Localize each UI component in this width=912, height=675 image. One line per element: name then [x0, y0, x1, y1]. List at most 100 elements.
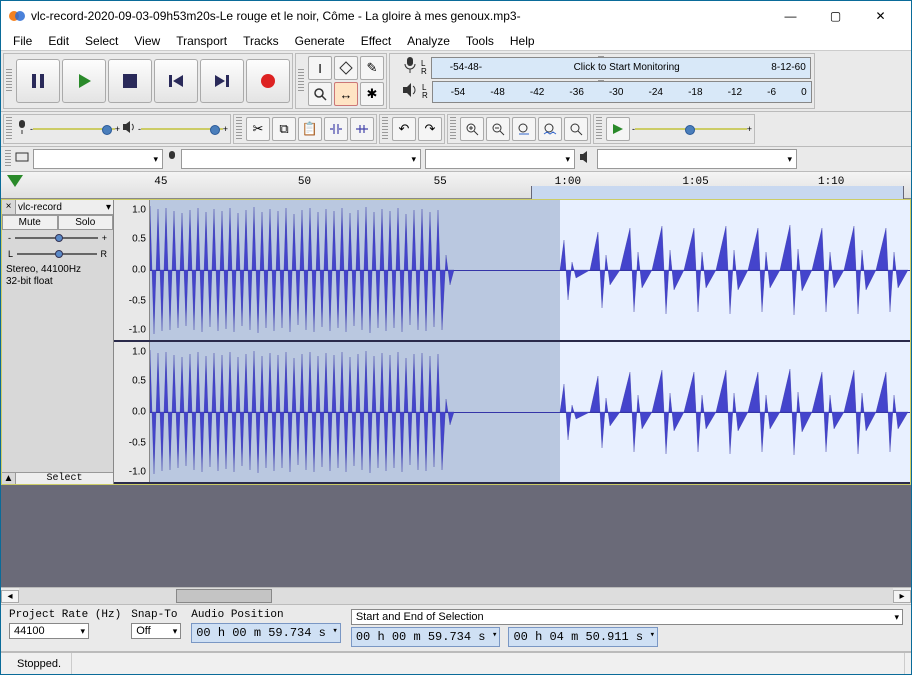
ruler-tick: 1:10 — [818, 176, 844, 188]
vertical-scale: 1.0 0.5 0.0 -0.5 -1.0 — [114, 342, 150, 482]
audio-position-field[interactable]: 00 h 00 m 59.734 s — [191, 623, 341, 643]
edit-toolbar: ✂ ⧉ 📋 — [233, 114, 377, 144]
menu-effect[interactable]: Effect — [353, 32, 399, 50]
ruler-tick: 1:00 — [555, 176, 581, 188]
scrollbar-thumb[interactable] — [176, 589, 272, 603]
track-control-panel: × vlc-record▾ Mute Solo -+ LR Stereo, 44… — [2, 200, 114, 484]
zoom-toggle-icon[interactable] — [564, 117, 588, 141]
snap-to-label: Snap-To — [131, 609, 181, 621]
collapse-button[interactable]: ▲ — [2, 473, 16, 484]
audio-position-label: Audio Position — [191, 609, 341, 621]
app-logo-icon — [9, 8, 25, 24]
vertical-scale: 1.0 0.5 0.0 -0.5 -1.0 — [114, 200, 150, 340]
skip-end-button[interactable] — [200, 59, 244, 103]
paste-icon[interactable]: 📋 — [298, 117, 322, 141]
zoom-in-icon[interactable] — [460, 117, 484, 141]
undo-icon[interactable]: ↶ — [392, 117, 416, 141]
cut-icon[interactable]: ✂ — [246, 117, 270, 141]
playback-speed-slider[interactable]: -+ — [632, 121, 752, 137]
mic-icon[interactable] — [403, 56, 417, 79]
waveform-left-channel[interactable]: 1.0 0.5 0.0 -0.5 -1.0 — [114, 200, 910, 342]
track-close-button[interactable]: × — [2, 200, 16, 214]
speaker-icon — [579, 150, 593, 169]
recording-channels-select[interactable] — [425, 149, 575, 169]
mute-button[interactable]: Mute — [2, 215, 58, 230]
playback-volume-slider[interactable]: -+ — [138, 121, 228, 137]
scroll-left-icon[interactable]: ◂ — [1, 590, 19, 603]
mic-icon — [167, 150, 177, 169]
solo-button[interactable]: Solo — [58, 215, 114, 230]
ruler-tick: 50 — [298, 176, 311, 188]
fit-project-icon[interactable] — [538, 117, 562, 141]
trim-icon[interactable] — [324, 117, 348, 141]
selection-mode-select[interactable]: Start and End of Selection — [351, 609, 903, 625]
device-toolbar — [1, 147, 911, 172]
project-rate-label: Project Rate (Hz) — [9, 609, 121, 621]
maximize-button[interactable]: ▢ — [813, 1, 858, 31]
menu-file[interactable]: File — [5, 32, 40, 50]
skip-start-button[interactable] — [154, 59, 198, 103]
title-bar: vlc-record-2020-09-03-09h53m20s-Le rouge… — [1, 1, 911, 31]
play-at-speed-toolbar: -+ — [593, 114, 755, 144]
playback-meter[interactable]: -54-48-42-36-30-24-18-12-60 — [432, 81, 812, 103]
envelope-tool-icon[interactable] — [334, 56, 358, 80]
record-button[interactable] — [246, 59, 290, 103]
track-format-info: Stereo, 44100Hz32-bit float — [2, 262, 113, 290]
scroll-right-icon[interactable]: ▸ — [893, 590, 911, 603]
zoom-out-icon[interactable] — [486, 117, 510, 141]
menu-tracks[interactable]: Tracks — [235, 32, 287, 50]
selection-end-field[interactable]: 00 h 04 m 50.911 s — [508, 627, 658, 647]
tracks-area: × vlc-record▾ Mute Solo -+ LR Stereo, 44… — [1, 199, 911, 587]
redo-icon[interactable]: ↷ — [418, 117, 442, 141]
play-button[interactable] — [62, 59, 106, 103]
selection-toolbar: Project Rate (Hz) 44100 Snap-To Off Audi… — [1, 605, 911, 652]
menu-generate[interactable]: Generate — [287, 32, 353, 50]
track-menu-button[interactable]: vlc-record▾ — [16, 200, 113, 214]
menu-edit[interactable]: Edit — [40, 32, 77, 50]
multi-tool-icon[interactable]: ✱ — [360, 82, 384, 106]
status-bar: Stopped. — [1, 652, 911, 674]
speaker-icon[interactable] — [402, 82, 418, 103]
recording-volume-slider[interactable]: -+ — [30, 121, 120, 137]
close-button[interactable]: ✕ — [858, 1, 903, 31]
audio-host-icon — [15, 150, 29, 169]
menu-view[interactable]: View — [126, 32, 168, 50]
play-at-speed-icon[interactable] — [606, 117, 630, 141]
menu-help[interactable]: Help — [502, 32, 543, 50]
mixer-toolbar: -+ -+ — [3, 114, 231, 144]
recording-meter-toolbar: LR -54-48- Click to Start Monitoring 8-1… — [389, 53, 815, 109]
audio-host-select[interactable] — [33, 149, 163, 169]
transport-toolbar — [3, 53, 293, 109]
selection-start-field[interactable]: 00 h 00 m 59.734 s — [351, 627, 501, 647]
menu-select[interactable]: Select — [77, 32, 126, 50]
selection-tool-icon[interactable]: I — [308, 56, 332, 80]
playhead-icon[interactable] — [7, 175, 23, 187]
fit-selection-icon[interactable] — [512, 117, 536, 141]
menu-transport[interactable]: Transport — [168, 32, 235, 50]
pause-button[interactable] — [16, 59, 60, 103]
zoom-toolbar — [447, 114, 591, 144]
copy-icon[interactable]: ⧉ — [272, 117, 296, 141]
pan-slider[interactable]: LR — [2, 246, 113, 262]
stop-button[interactable] — [108, 59, 152, 103]
timeshift-tool-icon[interactable]: ↔ — [334, 82, 358, 106]
menu-tools[interactable]: Tools — [458, 32, 502, 50]
ruler-tick: 45 — [154, 176, 167, 188]
waveform-right-channel[interactable]: 1.0 0.5 0.0 -0.5 -1.0 — [114, 342, 910, 484]
horizontal-scrollbar[interactable]: ◂ ▸ — [1, 587, 911, 605]
silence-icon[interactable] — [350, 117, 374, 141]
minimize-button[interactable]: — — [768, 1, 813, 31]
track-select-button[interactable]: Select — [16, 473, 113, 484]
gain-slider[interactable]: -+ — [2, 230, 113, 246]
tools-toolbar: I ✎ ↔ ✱ — [295, 53, 387, 109]
zoom-tool-icon[interactable] — [308, 82, 332, 106]
recording-device-select[interactable] — [181, 149, 421, 169]
playback-device-select[interactable] — [597, 149, 797, 169]
draw-tool-icon[interactable]: ✎ — [360, 56, 384, 80]
recording-meter[interactable]: -54-48- Click to Start Monitoring 8-12-6… — [431, 57, 811, 79]
project-rate-select[interactable]: 44100 — [9, 623, 89, 639]
timeline-ruler[interactable]: 45 50 55 1:00 1:05 1:10 — [1, 172, 911, 199]
snap-to-select[interactable]: Off — [131, 623, 181, 639]
mic-icon — [16, 119, 28, 140]
menu-analyze[interactable]: Analyze — [399, 32, 458, 50]
